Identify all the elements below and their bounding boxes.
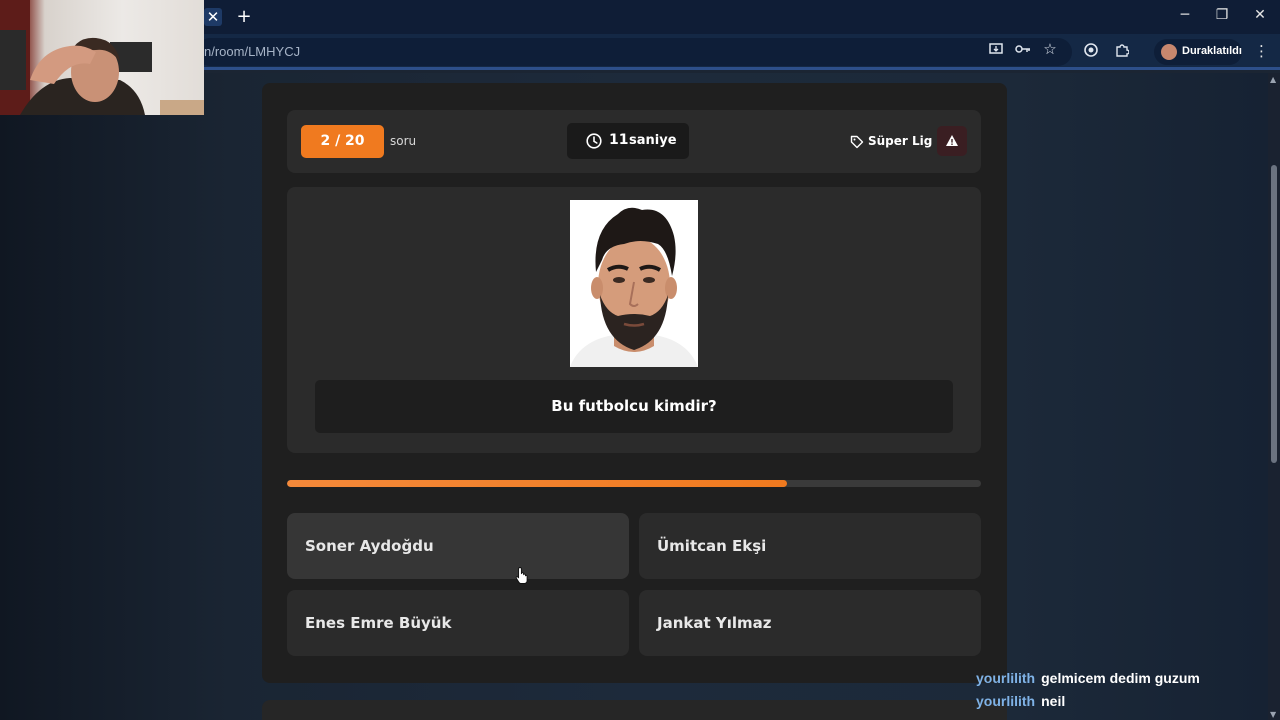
more-icon[interactable]: ⋮ <box>1254 42 1269 60</box>
time-progress-fill <box>287 480 787 487</box>
chat-text: neil <box>1041 693 1066 709</box>
plus-icon[interactable]: + <box>235 8 253 26</box>
extension-icon[interactable] <box>1082 43 1100 61</box>
close-icon[interactable]: ✕ <box>204 8 222 26</box>
tag-icon <box>850 135 864 149</box>
answer-option-4[interactable]: Jankat Yılmaz <box>639 590 981 656</box>
question-counter: 2 / 20 <box>301 125 384 158</box>
avatar <box>1161 44 1177 60</box>
puzzle-icon[interactable] <box>1113 43 1131 61</box>
profile-button[interactable]: Duraklatıldı <box>1154 39 1242 65</box>
install-icon[interactable] <box>987 43 1005 60</box>
answer-option-2[interactable]: Ümitcan Ekşi <box>639 513 981 579</box>
timer: 11 saniye <box>567 123 689 159</box>
scroll-up-icon[interactable]: ▲ <box>1270 75 1276 84</box>
chat-username: yourlilith <box>976 693 1036 709</box>
address-bar[interactable]: n/room/LMHYCJ <box>196 38 1072 66</box>
scroll-down-icon[interactable]: ▼ <box>1270 710 1276 719</box>
warning-icon <box>946 135 958 146</box>
scrollbar[interactable]: ▲ ▼ <box>1268 73 1280 720</box>
question-counter-label: soru <box>390 134 417 148</box>
timer-value: 11 <box>609 132 629 148</box>
chat-message: yourlilith gelmicem dedim guzum <box>976 670 1200 686</box>
chat-text: gelmicem dedim guzum <box>1041 670 1200 686</box>
league-label: Süper Lig <box>868 134 933 148</box>
star-icon[interactable]: ☆ <box>1041 40 1059 58</box>
profile-label: Duraklatıldı <box>1182 45 1242 57</box>
answer-option-1[interactable]: Soner Aydoğdu <box>287 513 629 579</box>
lower-panel <box>262 700 1007 720</box>
url-text[interactable]: n/room/LMHYCJ <box>204 44 300 59</box>
scroll-thumb[interactable] <box>1271 165 1277 463</box>
player-photo <box>570 200 698 367</box>
timer-unit: saniye <box>629 133 677 148</box>
minimize-icon[interactable]: ─ <box>1175 7 1195 23</box>
clock-icon <box>586 133 602 149</box>
window-close-icon[interactable]: ✕ <box>1250 7 1270 23</box>
question-text: Bu futbolcu kimdir? <box>315 380 953 433</box>
report-button[interactable] <box>937 126 967 156</box>
chat-username: yourlilith <box>976 670 1036 686</box>
answer-option-3[interactable]: Enes Emre Büyük <box>287 590 629 656</box>
time-progress-bar <box>287 480 981 487</box>
key-icon[interactable] <box>1014 43 1032 58</box>
restore-icon[interactable]: ❐ <box>1212 7 1232 23</box>
webcam-overlay <box>0 0 204 115</box>
hand-cursor-icon <box>515 567 528 584</box>
chat-message: yourlilith neil <box>976 693 1065 709</box>
